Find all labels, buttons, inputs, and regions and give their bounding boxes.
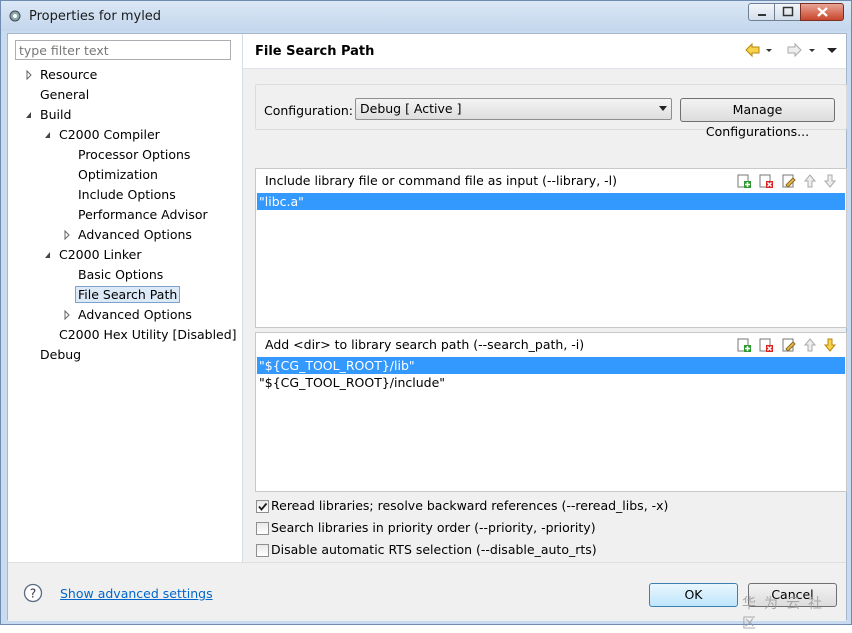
- reread-libraries-label: Reread libraries; resolve backward refer…: [271, 498, 669, 513]
- priority-order-checkbox[interactable]: [256, 522, 269, 535]
- maximize-button[interactable]: [774, 3, 801, 21]
- close-button[interactable]: [800, 3, 844, 21]
- minimize-button[interactable]: [748, 3, 775, 21]
- disable-auto-rts-label: Disable automatic RTS selection (--disab…: [271, 542, 597, 557]
- forward-arrow-icon[interactable]: [783, 40, 805, 60]
- tree-label: Basic Options: [78, 267, 164, 282]
- configuration-select[interactable]: Debug [ Active ]: [355, 98, 672, 120]
- edit-icon[interactable]: [781, 173, 797, 189]
- tree-label: C2000 Compiler: [59, 127, 160, 142]
- tree-item-debug[interactable]: Debug: [37, 345, 84, 365]
- tree-label: Resource: [40, 67, 98, 82]
- tree-label: C2000 Linker: [59, 247, 142, 262]
- back-menu-chevron-down-icon[interactable]: [763, 40, 775, 60]
- page-title: File Search Path: [255, 44, 375, 59]
- expand-arrow-icon[interactable]: [62, 305, 72, 325]
- property-page: File Search Path Configuration: Debug […: [243, 34, 847, 562]
- properties-window: Properties for myled Resource Genera: [0, 0, 852, 632]
- chevron-down-icon: [659, 106, 667, 111]
- search-path-panel-title: Add <dir> to library search path (--sear…: [265, 337, 585, 352]
- expand-arrow-icon[interactable]: [24, 65, 34, 85]
- button-bar: ? Show advanced settings OK Cancel 华为云社区: [8, 562, 846, 632]
- tree-label: Advanced Options: [78, 307, 192, 322]
- delete-icon[interactable]: [758, 337, 774, 353]
- window-title: Properties for myled: [29, 9, 162, 24]
- move-up-icon[interactable]: [802, 173, 818, 189]
- help-icon[interactable]: ?: [23, 583, 43, 603]
- tree-label: Advanced Options: [78, 227, 192, 242]
- tree-item-optimization[interactable]: Optimization: [75, 165, 161, 185]
- library-list[interactable]: "libc.a": [257, 193, 845, 210]
- tree-item-general[interactable]: General: [37, 85, 92, 105]
- tree-item-performance-advisor[interactable]: Performance Advisor: [75, 205, 211, 225]
- configuration-value: Debug [ Active ]: [360, 101, 462, 116]
- title-bar: Properties for myled: [1, 1, 851, 31]
- tree-label: Optimization: [78, 167, 158, 182]
- move-down-icon[interactable]: [822, 173, 838, 189]
- library-panel: Include library file or command file as …: [255, 168, 847, 328]
- svg-text:?: ?: [30, 587, 36, 601]
- back-arrow-icon[interactable]: [743, 40, 765, 60]
- view-menu-icon[interactable]: [825, 40, 839, 60]
- tree-label: Debug: [40, 347, 82, 362]
- list-item[interactable]: "${CG_TOOL_ROOT}/include": [257, 374, 845, 391]
- tree-item-processor-options[interactable]: Processor Options: [75, 145, 193, 165]
- tree-label: Include Options: [78, 187, 176, 202]
- tree-item-include-options[interactable]: Include Options: [75, 185, 179, 205]
- tree-item-build[interactable]: Build: [24, 105, 74, 125]
- configuration-group: Configuration: Debug [ Active ] Manage C…: [255, 84, 847, 139]
- search-path-toolbar: [736, 337, 840, 353]
- list-item[interactable]: "libc.a": [257, 193, 845, 210]
- dialog-content: Resource General Build C2000 Compiler: [7, 33, 847, 632]
- move-up-icon[interactable]: [802, 337, 818, 353]
- library-toolbar: [736, 173, 840, 189]
- tree-item-basic-options[interactable]: Basic Options: [75, 265, 166, 285]
- page-header: File Search Path: [243, 34, 846, 69]
- add-icon[interactable]: [736, 337, 752, 353]
- app-icon: [7, 8, 23, 24]
- tree-item-c2000-linker[interactable]: C2000 Linker: [43, 245, 145, 265]
- collapse-arrow-icon[interactable]: [43, 125, 53, 145]
- add-icon[interactable]: [736, 173, 752, 189]
- reread-libraries-checkbox[interactable]: [256, 500, 269, 513]
- list-item[interactable]: "${CG_TOOL_ROOT}/lib": [257, 357, 845, 374]
- configuration-label: Configuration:: [264, 103, 353, 118]
- ok-button[interactable]: OK: [649, 583, 738, 607]
- tree-item-resource[interactable]: Resource: [24, 65, 100, 85]
- show-advanced-settings-link[interactable]: Show advanced settings: [60, 586, 213, 601]
- tree-label: Performance Advisor: [78, 207, 208, 222]
- manage-configurations-button[interactable]: Manage Configurations...: [680, 98, 835, 139]
- filter-input[interactable]: [15, 40, 231, 60]
- tree-item-c2000-compiler[interactable]: C2000 Compiler: [43, 125, 163, 145]
- tree-label: General: [40, 87, 90, 102]
- edit-icon[interactable]: [781, 337, 797, 353]
- library-panel-title: Include library file or command file as …: [265, 173, 618, 188]
- search-path-panel: Add <dir> to library search path (--sear…: [255, 332, 847, 492]
- collapse-arrow-icon[interactable]: [43, 245, 53, 265]
- tree-item-file-search-path[interactable]: File Search Path: [75, 285, 181, 305]
- watermark: 华为云社区: [742, 596, 830, 632]
- tree-label: Build: [40, 107, 72, 122]
- tree-label: File Search Path: [75, 286, 181, 303]
- forward-menu-chevron-down-icon[interactable]: [806, 40, 818, 60]
- delete-icon[interactable]: [758, 173, 774, 189]
- collapse-arrow-icon[interactable]: [24, 105, 34, 125]
- expand-arrow-icon[interactable]: [62, 225, 72, 245]
- tree-label: C2000 Hex Utility [Disabled]: [59, 327, 237, 342]
- tree-item-linker-advanced-options[interactable]: Advanced Options: [62, 305, 195, 325]
- tree-item-c2000-hex-utility[interactable]: C2000 Hex Utility [Disabled]: [56, 325, 240, 345]
- priority-order-label: Search libraries in priority order (--pr…: [271, 520, 596, 535]
- search-path-list[interactable]: "${CG_TOOL_ROOT}/lib" "${CG_TOOL_ROOT}/i…: [257, 357, 845, 391]
- move-down-icon[interactable]: [822, 337, 838, 353]
- tree-label: Processor Options: [78, 147, 191, 162]
- navigation-pane: Resource General Build C2000 Compiler: [8, 34, 242, 562]
- disable-auto-rts-checkbox[interactable]: [256, 544, 269, 557]
- tree-item-compiler-advanced-options[interactable]: Advanced Options: [62, 225, 195, 245]
